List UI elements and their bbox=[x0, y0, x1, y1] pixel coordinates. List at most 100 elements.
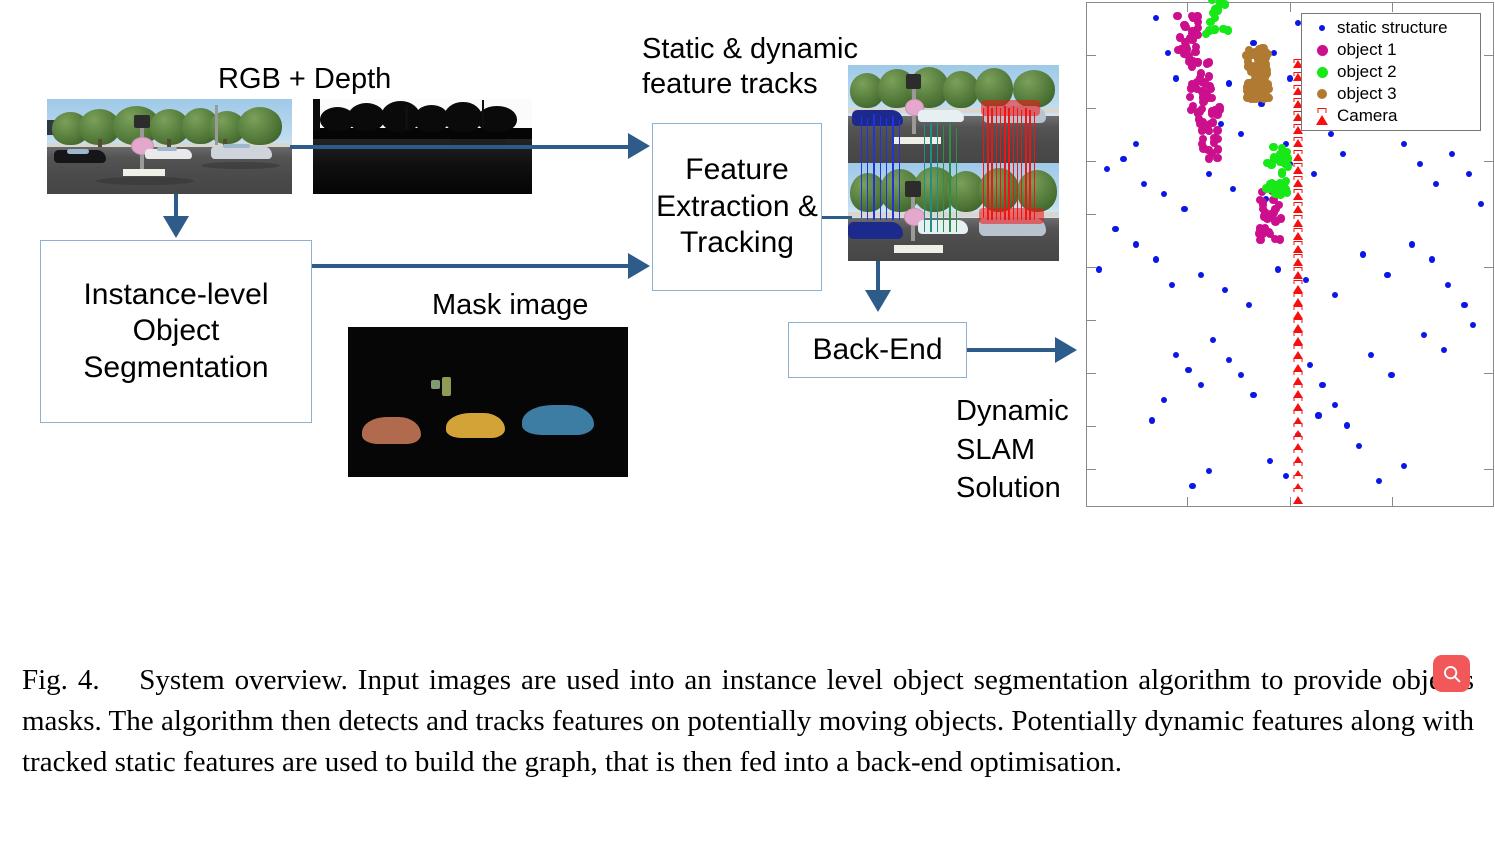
object-point bbox=[1282, 188, 1292, 197]
object-point bbox=[1221, 0, 1230, 9]
static-point bbox=[1307, 362, 1314, 369]
static-point bbox=[1327, 130, 1334, 137]
static-point bbox=[1388, 372, 1395, 379]
camera-pose-marker bbox=[1291, 345, 1305, 359]
camera-pose-marker bbox=[1292, 293, 1305, 306]
object-point bbox=[1267, 160, 1276, 169]
static-point bbox=[1355, 442, 1363, 449]
camera-pose-marker bbox=[1292, 267, 1305, 280]
object-point bbox=[1185, 92, 1194, 101]
legend-label-object-1: object 1 bbox=[1337, 40, 1397, 59]
legend-item-static-structure: static structure bbox=[1307, 17, 1472, 39]
camera-pose-marker bbox=[1291, 319, 1304, 332]
object-point bbox=[1182, 45, 1191, 54]
object-point bbox=[1244, 79, 1253, 88]
object-point bbox=[1209, 118, 1218, 127]
search-fab-button[interactable] bbox=[1433, 655, 1470, 692]
camera-pose-marker bbox=[1292, 202, 1304, 214]
static-point bbox=[1274, 266, 1281, 273]
static-point bbox=[1181, 206, 1188, 213]
object-point bbox=[1185, 57, 1194, 66]
object-point bbox=[1219, 24, 1228, 34]
object-point bbox=[1173, 11, 1182, 21]
static-point bbox=[1205, 170, 1212, 178]
static-point bbox=[1270, 50, 1277, 57]
box-back-end[interactable]: Back-End bbox=[788, 322, 967, 378]
object-point bbox=[1280, 178, 1289, 187]
mask-image bbox=[348, 327, 628, 477]
arrow-depth-to-feature-line bbox=[290, 145, 630, 149]
legend-label-object-2: object 2 bbox=[1337, 62, 1397, 81]
mask-object-3 bbox=[521, 405, 595, 435]
static-point bbox=[1449, 150, 1456, 157]
rgb-input-image bbox=[47, 99, 292, 194]
static-point bbox=[1238, 130, 1245, 137]
static-point bbox=[1246, 301, 1253, 308]
static-point bbox=[1165, 50, 1172, 57]
object-point bbox=[1201, 29, 1211, 39]
static-point bbox=[1359, 251, 1367, 258]
static-point bbox=[1343, 422, 1350, 429]
arrow-tracks-to-backend-line bbox=[876, 261, 880, 293]
object-point bbox=[1263, 214, 1272, 223]
static-point bbox=[1477, 201, 1484, 208]
object-point bbox=[1251, 94, 1261, 103]
mask-object-1 bbox=[362, 417, 421, 444]
legend-marker-object-1 bbox=[1307, 44, 1337, 56]
legend-item-object-2: object 2 bbox=[1307, 61, 1472, 83]
static-point bbox=[1400, 140, 1407, 147]
static-point bbox=[1132, 241, 1139, 248]
object-point bbox=[1209, 133, 1219, 143]
camera-pose-marker bbox=[1291, 306, 1304, 319]
camera-pose-marker bbox=[1292, 215, 1304, 227]
static-point bbox=[1282, 472, 1290, 479]
arrow-tracks-to-backend-head bbox=[865, 290, 891, 312]
static-point bbox=[1152, 256, 1160, 263]
static-point bbox=[1152, 14, 1160, 22]
camera-pose-marker bbox=[1292, 241, 1304, 253]
legend-marker-object-2 bbox=[1307, 66, 1337, 78]
arrow-depth-to-feature-head bbox=[628, 133, 650, 159]
static-point bbox=[1315, 412, 1322, 419]
object-point bbox=[1204, 146, 1213, 155]
object-point bbox=[1213, 6, 1222, 16]
mask-object-2 bbox=[446, 412, 505, 438]
object-point bbox=[1256, 65, 1265, 75]
camera-pose-marker bbox=[1291, 358, 1305, 372]
feature-tracks-image bbox=[848, 65, 1059, 261]
static-point bbox=[1376, 477, 1383, 484]
label-feature-tracks: Static & dynamic feature tracks bbox=[642, 33, 858, 100]
arrow-rgb-to-segmentation-head bbox=[163, 216, 189, 238]
object-point bbox=[1181, 38, 1190, 47]
legend-marker-object-3 bbox=[1307, 89, 1337, 99]
map-legend: static structure object 1 object 2 objec… bbox=[1301, 13, 1481, 131]
object-point bbox=[1205, 93, 1214, 102]
legend-item-object-3: object 3 bbox=[1307, 83, 1472, 105]
static-point bbox=[1226, 80, 1233, 87]
camera-pose-marker bbox=[1292, 254, 1304, 266]
box-instance-level-object-segmentation[interactable]: Instance-level Object Segmentation bbox=[40, 240, 312, 423]
connector-feature-to-tracks bbox=[822, 216, 852, 219]
box-feature-extraction-tracking[interactable]: Feature Extraction & Tracking bbox=[652, 123, 822, 291]
static-point bbox=[1331, 402, 1338, 409]
static-point bbox=[1230, 186, 1237, 193]
object-point bbox=[1276, 214, 1285, 223]
static-point bbox=[1250, 392, 1257, 399]
static-point bbox=[1331, 291, 1338, 298]
static-point bbox=[1433, 180, 1440, 188]
object-point bbox=[1206, 17, 1215, 27]
object-point bbox=[1244, 51, 1253, 60]
static-point bbox=[1384, 271, 1391, 278]
static-point bbox=[1205, 467, 1212, 474]
arrow-segmentation-to-feature-head bbox=[628, 253, 650, 279]
static-point bbox=[1339, 150, 1346, 157]
camera-pose-marker bbox=[1290, 488, 1306, 504]
camera-pose-marker bbox=[1293, 150, 1304, 161]
search-icon bbox=[1443, 665, 1460, 682]
static-point bbox=[1173, 75, 1180, 82]
static-point bbox=[1185, 367, 1192, 374]
mask-traffic-light bbox=[441, 376, 452, 396]
static-point bbox=[1416, 160, 1423, 168]
camera-pose-marker bbox=[1292, 228, 1304, 240]
static-point bbox=[1238, 372, 1245, 379]
